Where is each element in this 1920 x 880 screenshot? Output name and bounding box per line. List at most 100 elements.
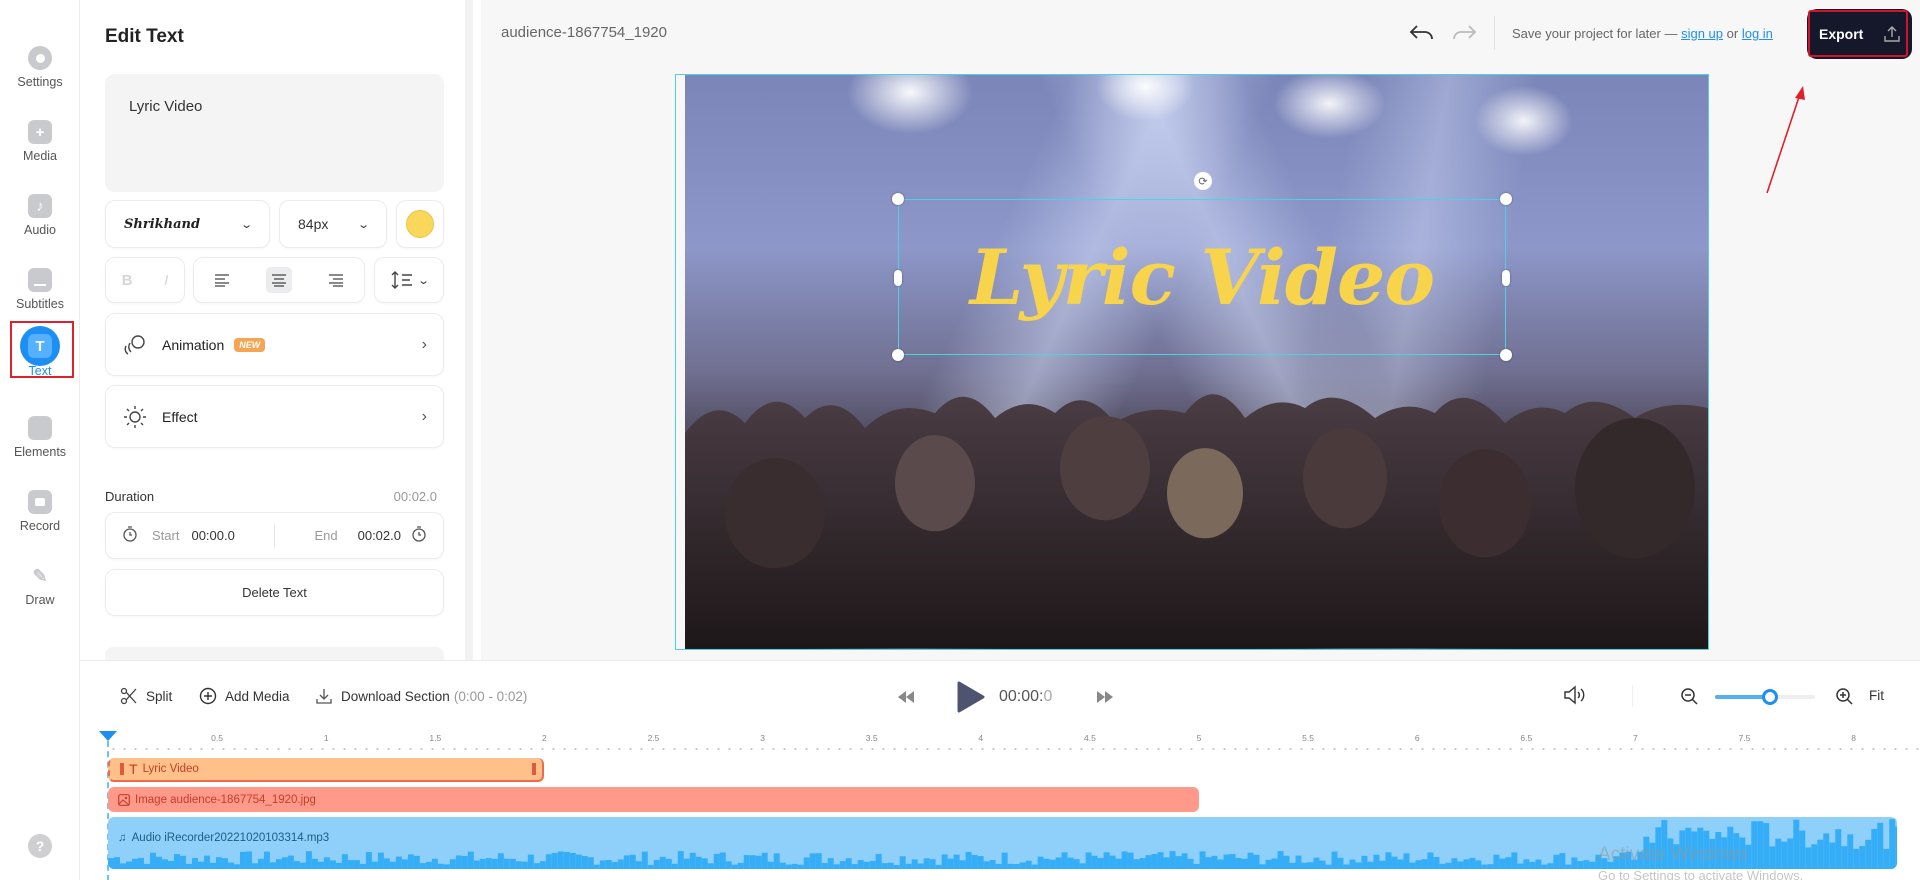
resize-handle[interactable]: [892, 193, 904, 205]
waveform-bar: [497, 853, 504, 869]
zoom-slider-knob[interactable]: [1762, 689, 1778, 705]
italic-button[interactable]: I: [164, 272, 168, 289]
resize-handle[interactable]: [1500, 193, 1512, 205]
playhead-handle[interactable]: [99, 731, 117, 741]
end-time-input[interactable]: 00:02.0: [358, 528, 401, 543]
crowd-image: [685, 394, 1708, 649]
time-ruler[interactable]: 0.5 1 1.5 2 2.5 3 3.5 4 4.5 5 5.5 6 6.5 7 7.5 8: [108, 733, 1920, 753]
waveform-bar: [1079, 863, 1086, 869]
waveform-bar: [1085, 852, 1092, 869]
font-size-select[interactable]: 84px ⌄: [279, 200, 387, 248]
start-time-input[interactable]: 00:00.0: [191, 528, 234, 543]
waveform-bar: [1877, 822, 1884, 869]
ruler-tick-label: 4: [978, 733, 984, 743]
waveform-bar: [959, 860, 966, 869]
waveform-bar: [1223, 854, 1230, 869]
stopwatch-icon[interactable]: [122, 526, 138, 545]
project-name[interactable]: audience-1867754_1920: [501, 24, 667, 41]
undo-button[interactable]: [1409, 22, 1435, 44]
fast-forward-icon[interactable]: [1096, 690, 1114, 704]
waveform-bar: [1073, 859, 1080, 869]
sidebar-item-settings[interactable]: Settings: [0, 35, 80, 105]
sign-up-link[interactable]: sign up: [1681, 26, 1723, 41]
waveform-bar: [833, 864, 840, 869]
bold-button[interactable]: B: [122, 272, 133, 289]
waveform-bar: [719, 852, 726, 869]
waveform-bar: [1589, 861, 1596, 869]
zoom-slider[interactable]: [1715, 689, 1815, 705]
text-color-picker[interactable]: [396, 200, 444, 248]
waveform-bar: [839, 861, 846, 869]
font-family-select[interactable]: Shrikhand ⌄: [105, 200, 270, 248]
redo-button[interactable]: [1451, 22, 1477, 44]
waveform-bar: [1847, 834, 1854, 869]
waveform-bar: [995, 863, 1002, 869]
zoom-out-button[interactable]: [1680, 687, 1698, 710]
waveform-bar: [1433, 857, 1440, 869]
waveform-bar: [257, 858, 264, 869]
fit-button[interactable]: Fit: [1869, 688, 1884, 703]
help-icon[interactable]: ?: [28, 834, 52, 858]
sidebar-item-record[interactable]: Record: [0, 479, 80, 549]
trim-handle-right[interactable]: [532, 763, 537, 775]
split-button[interactable]: Split: [120, 687, 172, 705]
waveform-bar: [251, 863, 258, 869]
waveform-bar: [1889, 819, 1896, 869]
waveform-bar: [1337, 857, 1344, 869]
rewind-icon[interactable]: [897, 690, 915, 704]
sidebar-item-subtitles[interactable]: Subtitles: [0, 257, 80, 327]
waveform-bar: [1121, 851, 1128, 869]
text-track-clip[interactable]: T Lyric Video: [108, 758, 545, 782]
chevron-down-icon: ⌄: [239, 218, 253, 231]
resize-handle[interactable]: [894, 270, 902, 286]
sidebar-item-audio[interactable]: ♪ Audio: [0, 183, 80, 253]
volume-button[interactable]: [1563, 685, 1587, 710]
resize-handle[interactable]: [1502, 270, 1510, 286]
waveform-bar: [473, 860, 480, 869]
log-in-link[interactable]: log in: [1742, 26, 1773, 41]
waveform-bar: [605, 859, 612, 869]
animation-row[interactable]: Animation NEW ›: [105, 313, 444, 376]
align-left-button[interactable]: [209, 267, 235, 293]
sidebar-item-elements[interactable]: Elements: [0, 405, 80, 475]
align-center-icon: [271, 273, 286, 287]
download-section-button[interactable]: Download Section (0:00 - 0:02): [315, 687, 527, 705]
sticker-icon: [28, 416, 52, 440]
align-right-icon: [328, 273, 343, 287]
waveform-bar: [779, 862, 786, 869]
waveform-bar: [1403, 853, 1410, 869]
waveform-bar: [1193, 863, 1200, 869]
waveform-bar: [935, 864, 942, 869]
play-icon[interactable]: [955, 681, 985, 713]
image-track-clip[interactable]: Image audience-1867754_1920.jpg: [108, 787, 1199, 812]
selection-box: [892, 193, 1512, 361]
video-canvas[interactable]: ⟳ Lyric Video: [685, 75, 1708, 649]
waveform-bar: [449, 859, 456, 869]
zoom-in-button[interactable]: [1835, 687, 1853, 710]
waveform-bar: [911, 859, 918, 869]
stopwatch-icon[interactable]: [411, 526, 427, 545]
waveform-bar: [161, 859, 168, 869]
delete-text-button[interactable]: Delete Text: [105, 569, 444, 616]
ruler-tick-label: 3: [760, 733, 765, 743]
waveform-bar: [1799, 830, 1806, 869]
line-height-select[interactable]: ⌄: [374, 257, 444, 303]
add-media-button[interactable]: Add Media: [199, 687, 290, 705]
text-content-input[interactable]: Lyric Video: [105, 74, 444, 192]
sidebar-item-media[interactable]: + Media: [0, 109, 80, 179]
duration-label: Duration: [105, 489, 155, 504]
resize-handle[interactable]: [1500, 349, 1512, 361]
waveform-bar: [1493, 854, 1500, 869]
divider: [1632, 685, 1633, 707]
effect-row[interactable]: Effect ›: [105, 385, 444, 448]
resize-handle[interactable]: [892, 349, 904, 361]
trim-handle-left[interactable]: [120, 763, 124, 775]
align-center-button[interactable]: [265, 267, 292, 293]
align-right-button[interactable]: [323, 267, 349, 293]
export-button[interactable]: Export: [1807, 9, 1912, 59]
rotate-handle-icon[interactable]: ⟳: [1194, 172, 1212, 190]
zoom-in-icon: [1836, 688, 1853, 705]
scissors-icon: [120, 687, 137, 705]
waveform-bar: [863, 861, 870, 869]
sidebar-item-draw[interactable]: ✎ Draw: [0, 553, 80, 623]
